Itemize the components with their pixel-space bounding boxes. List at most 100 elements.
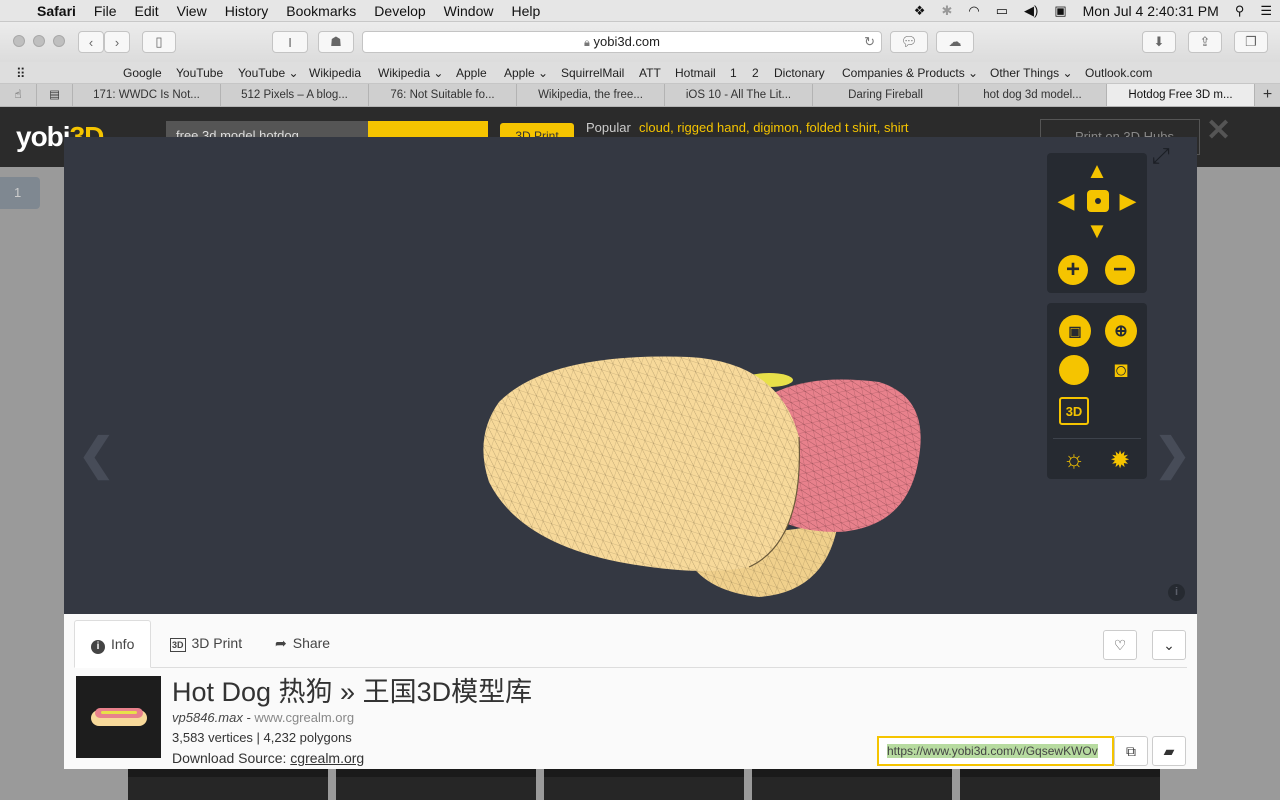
bookmark-google[interactable]: Google [123, 66, 162, 80]
hotdog-3d-model[interactable] [459, 342, 939, 607]
sidebar-toggle-icon[interactable]: ▯ [142, 31, 176, 53]
result-thumbnail[interactable] [128, 769, 328, 800]
tab-hotdog-free-3d[interactable]: Hotdog Free 3D m... [1106, 84, 1254, 106]
dropbox-icon[interactable]: ❖ [906, 3, 934, 19]
result-thumbnail[interactable] [960, 769, 1160, 800]
bookmark-att[interactable]: ATT [639, 66, 661, 80]
menu-edit[interactable]: Edit [125, 0, 167, 22]
solid-view-icon[interactable]: ▣ [1059, 315, 1091, 347]
vr-view-icon[interactable]: ◙ [1105, 357, 1137, 383]
zoom-window-icon[interactable] [53, 35, 65, 47]
next-model-arrow[interactable]: ❯ [1154, 429, 1191, 480]
menu-view[interactable]: View [168, 0, 216, 22]
open-link-button[interactable]: ⧉ [1114, 736, 1148, 766]
downloads-icon[interactable]: ⬇︎ [1142, 31, 1176, 53]
pan-left-icon[interactable]: ◀ [1053, 188, 1079, 213]
3d-print-view-icon[interactable]: 3D [1059, 397, 1089, 425]
menu-bookmarks[interactable]: Bookmarks [277, 0, 365, 22]
zoom-in-icon[interactable]: + [1058, 255, 1088, 285]
pagination-page[interactable]: 1 [0, 177, 40, 209]
ghostery-icon[interactable]: ☗ [318, 31, 354, 53]
tab-daring-fireball[interactable]: Daring Fireball [812, 84, 958, 106]
bookmark-dictonary[interactable]: Dictonary [774, 66, 825, 80]
tab-hot-dog-model[interactable]: hot dog 3d model... [958, 84, 1106, 106]
bookmark-apple-folder[interactable]: Apple ⌄ [504, 66, 548, 80]
result-thumbnail[interactable] [752, 769, 952, 800]
icloud-icon[interactable]: ☁︎ [936, 31, 974, 53]
tab-wwdc[interactable]: 171: WWDC Is Not... [72, 84, 220, 106]
light-bright-icon[interactable]: ✹ [1105, 445, 1135, 475]
bookmark-youtube[interactable]: YouTube [176, 66, 223, 80]
bookmark-2[interactable]: 2 [752, 66, 759, 80]
tab-ios10[interactable]: iOS 10 - All The Lit... [664, 84, 812, 106]
tab-info[interactable]: i Info [74, 620, 152, 668]
viewer-info-icon[interactable]: i [1168, 584, 1185, 601]
source-link[interactable]: cgrealm.org [290, 750, 364, 766]
close-window-icon[interactable] [13, 35, 25, 47]
result-thumbnail[interactable] [544, 769, 744, 800]
bookmark-wikipedia-folder[interactable]: Wikipedia ⌄ [378, 66, 443, 80]
bookmark-companies-folder[interactable]: Companies & Products ⌄ [842, 66, 978, 80]
menu-develop[interactable]: Develop [365, 0, 434, 22]
bookmark-hotmail[interactable]: Hotmail [675, 66, 716, 80]
battery-icon[interactable]: ▭ [988, 3, 1016, 19]
forward-button[interactable]: › [104, 31, 130, 53]
pan-right-icon[interactable]: ▶ [1115, 188, 1141, 213]
pan-up-icon[interactable]: ▲ [1086, 158, 1108, 183]
reader-extension-button[interactable]: I [272, 31, 308, 53]
bookmark-apple[interactable]: Apple [456, 66, 487, 80]
input-menu-icon[interactable]: ▣ [1046, 3, 1074, 19]
comment-button[interactable]: ▰ [1152, 736, 1186, 766]
share-url-field[interactable]: https://www.yobi3d.com/v/GqsewKWOv [877, 736, 1114, 766]
tab-not-suitable[interactable]: 76: Not Suitable fo... [368, 84, 516, 106]
bookmark-1[interactable]: 1 [730, 66, 737, 80]
bluetooth-icon[interactable]: ✱ [933, 3, 960, 19]
zoom-out-icon[interactable]: − [1105, 255, 1135, 285]
tab-wikipedia[interactable]: Wikipedia, the free... [516, 84, 664, 106]
favorite-button[interactable]: ♡ [1103, 630, 1137, 660]
back-button[interactable]: ‹ [78, 31, 104, 53]
bookmark-wikipedia[interactable]: Wikipedia [309, 66, 361, 80]
notification-center-icon[interactable]: ☰ [1252, 3, 1280, 19]
fullscreen-icon[interactable]: ⤢ [1152, 143, 1170, 169]
menu-history[interactable]: History [216, 0, 278, 22]
tab-share[interactable]: ➦ Share [259, 620, 346, 668]
address-bar[interactable]: 🔒︎ yobi3d.com ↻ [362, 31, 882, 53]
menu-help[interactable]: Help [502, 0, 549, 22]
collapse-button[interactable]: ⌄ [1152, 630, 1186, 660]
bookmark-squirrelmail[interactable]: SquirrelMail [561, 66, 624, 80]
wifi-icon[interactable]: ◠ [960, 3, 987, 19]
reload-icon[interactable]: ↻ [864, 32, 875, 52]
clock[interactable]: Mon Jul 4 2:40:31 PM [1075, 3, 1227, 19]
tab-3d-print[interactable]: 3D 3D Print [154, 620, 258, 668]
center-view-icon[interactable] [1087, 190, 1109, 212]
prev-model-arrow[interactable]: ❮ [78, 429, 115, 480]
bookmark-youtube-folder[interactable]: YouTube ⌄ [238, 66, 299, 80]
new-tab-button[interactable]: + [1254, 84, 1280, 106]
tab-512-pixels[interactable]: 512 Pixels – A blog... [220, 84, 368, 106]
share-icon[interactable]: ⇪ [1188, 31, 1222, 53]
pinned-tab-icon[interactable]: ☝︎ [0, 84, 36, 106]
menu-app-name[interactable]: Safari [28, 0, 85, 22]
messages-icon[interactable]: 💬︎ [890, 31, 928, 53]
tab-overview-icon[interactable]: ❐ [1234, 31, 1268, 53]
light-dim-icon[interactable]: ☼ [1059, 445, 1089, 475]
close-modal-icon[interactable]: ✕ [1206, 113, 1231, 148]
spotlight-icon[interactable]: ⚲ [1227, 3, 1253, 19]
result-thumbnail[interactable] [336, 769, 536, 800]
volume-icon[interactable]: ◀︎) [1016, 3, 1046, 19]
minimize-window-icon[interactable] [33, 35, 45, 47]
menu-file[interactable]: File [85, 0, 126, 22]
apple-menu-icon[interactable] [0, 0, 28, 22]
model-viewer[interactable]: ❮ ❯ ⤢ ▲ ◀ ▶ ▼ + − ▣ ⊕ ◙ 3D ☼ ✹ i [64, 137, 1197, 614]
sphere-view-icon[interactable] [1059, 355, 1089, 385]
menu-window[interactable]: Window [435, 0, 503, 22]
top-sites-icon[interactable]: ⠿ [16, 66, 26, 82]
model-file-site[interactable]: www.cgrealm.org [254, 710, 354, 725]
pan-down-icon[interactable]: ▼ [1086, 218, 1108, 243]
bookmark-outlook[interactable]: Outlook.com [1085, 66, 1152, 80]
wireframe-view-icon[interactable]: ⊕ [1105, 315, 1137, 347]
pinned-tab-icon-2[interactable]: ▤ [36, 84, 72, 106]
bookmark-other-things-folder[interactable]: Other Things ⌄ [990, 66, 1073, 80]
popular-searches[interactable]: cloud, rigged hand, digimon, folded t sh… [639, 120, 909, 135]
